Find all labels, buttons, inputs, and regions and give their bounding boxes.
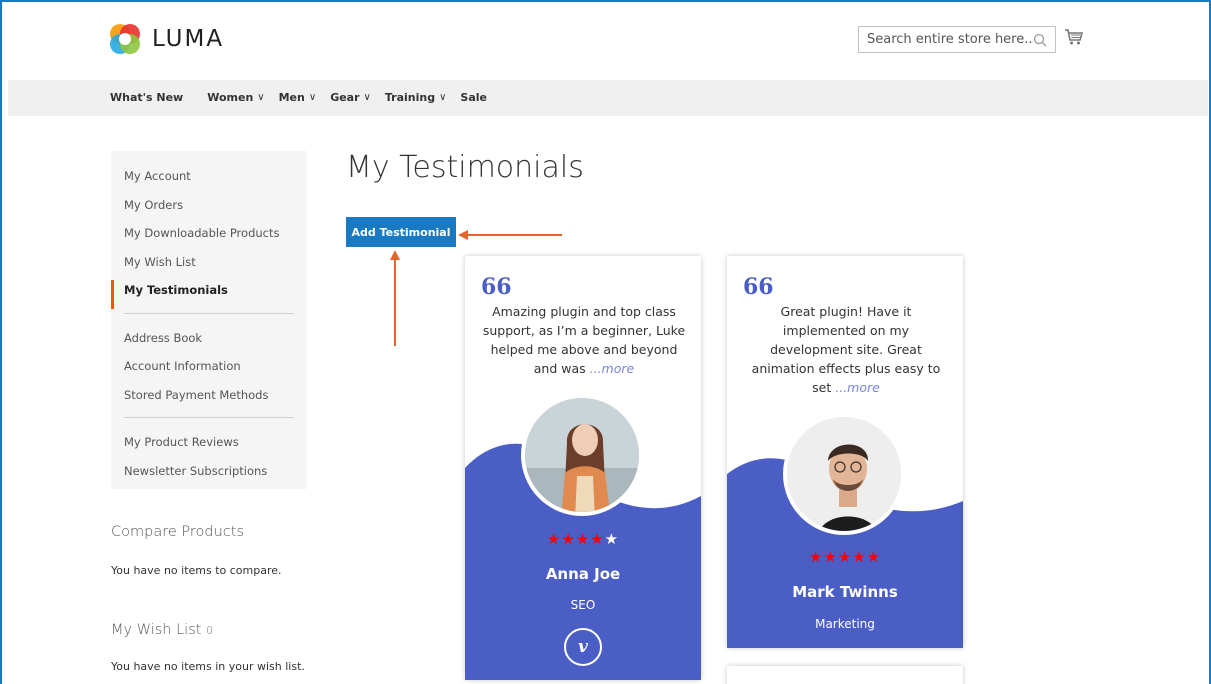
star-filled-icon: ★ (808, 548, 824, 566)
cart-icon[interactable] (1064, 28, 1084, 46)
annotation-arrow-up (390, 250, 400, 346)
star-filled-icon: ★ (561, 530, 576, 548)
sidebar-item-wish-list[interactable]: My Wish List (111, 252, 307, 281)
sidebar-item-my-testimonials[interactable]: My Testimonials (111, 280, 307, 309)
testimonial-card: 66 Great plugin! Have it implemented on … (727, 256, 963, 648)
nav-item-training[interactable]: Training ∨ (385, 91, 447, 104)
testimonial-card-partial (727, 666, 963, 684)
sidebar-item-stored-payment-methods[interactable]: Stored Payment Methods (111, 385, 307, 414)
star-filled-icon: ★ (866, 548, 882, 566)
search-placeholder: Search entire store here... (867, 32, 1033, 47)
vimeo-icon[interactable]: v (564, 628, 602, 666)
star-rating: ★★★★★ (465, 530, 701, 548)
compare-products-title: Compare Products (111, 524, 244, 540)
luma-logo[interactable]: LUMA (108, 22, 224, 56)
read-more-link[interactable]: ...more (590, 361, 635, 376)
sidebar-item-downloadable-products[interactable]: My Downloadable Products (111, 223, 307, 252)
compare-empty-text: You have no items to compare. (111, 564, 282, 577)
star-filled-icon: ★ (546, 530, 562, 548)
search-icon[interactable] (1033, 33, 1047, 47)
star-filled-icon: ★ (575, 530, 591, 548)
quote-icon: 66 (481, 274, 512, 300)
star-filled-icon: ★ (837, 548, 853, 566)
quote-icon: 66 (743, 274, 774, 300)
read-more-link[interactable]: ...more (835, 380, 880, 395)
testimonial-author-role: Marketing (815, 617, 875, 631)
wishlist-title: My Wish List 0 (111, 622, 213, 638)
annotation-arrow-left (458, 230, 562, 240)
nav-item-whats-new[interactable]: What's New (110, 91, 183, 104)
sidebar-divider (124, 417, 294, 418)
nav-item-gear[interactable]: Gear ∨ (330, 91, 371, 104)
nav-item-women[interactable]: Women ∨ (207, 91, 264, 104)
chevron-down-icon: ∨ (308, 92, 317, 103)
sidebar-item-address-book[interactable]: Address Book (111, 328, 307, 357)
star-filled-icon: ★ (852, 548, 867, 566)
add-testimonial-button[interactable]: Add Testimonial (346, 217, 456, 247)
avatar (521, 394, 643, 516)
testimonial-card: 66 Amazing plugin and top class support,… (465, 256, 701, 680)
avatar (783, 413, 905, 535)
chevron-down-icon: ∨ (439, 92, 447, 103)
star-empty-icon: ★ (604, 530, 620, 548)
sidebar-item-my-orders[interactable]: My Orders (111, 195, 307, 224)
search-input[interactable]: Search entire store here... (858, 26, 1056, 53)
wishlist-empty-text: You have no items in your wish list. (111, 660, 305, 673)
testimonial-author-role: SEO (570, 598, 596, 612)
nav-item-sale[interactable]: Sale (460, 91, 487, 104)
account-sidebar: My Account My Orders My Downloadable Pro… (111, 151, 307, 489)
star-rating: ★★★★★ (727, 548, 963, 566)
star-filled-icon: ★ (590, 530, 605, 548)
nav-item-men[interactable]: Men ∨ (279, 91, 317, 104)
testimonial-author-name: Mark Twinns (792, 583, 898, 601)
testimonial-text: Great plugin! Have it implemented on my … (751, 304, 941, 395)
luma-logo-icon (110, 24, 140, 54)
wishlist-title-label: My Wish List (111, 622, 202, 638)
sidebar-divider (124, 312, 294, 314)
chevron-down-icon: ∨ (257, 92, 265, 103)
main-nav: What's New Women ∨ Men ∨ Gear ∨ Training… (110, 91, 501, 104)
sidebar-item-product-reviews[interactable]: My Product Reviews (111, 432, 307, 461)
sidebar-item-newsletter-subscriptions[interactable]: Newsletter Subscriptions (111, 461, 307, 490)
wishlist-count: 0 (206, 624, 214, 637)
star-filled-icon: ★ (823, 548, 838, 566)
chevron-down-icon: ∨ (363, 92, 371, 103)
sidebar-item-my-account[interactable]: My Account (111, 166, 307, 195)
testimonial-text: Amazing plugin and top class support, as… (482, 304, 686, 376)
testimonial-author-name: Anna Joe (545, 565, 621, 583)
page-title: My Testimonials (346, 150, 584, 185)
logo-text: LUMA (152, 26, 225, 52)
sidebar-item-account-information[interactable]: Account Information (111, 356, 307, 385)
